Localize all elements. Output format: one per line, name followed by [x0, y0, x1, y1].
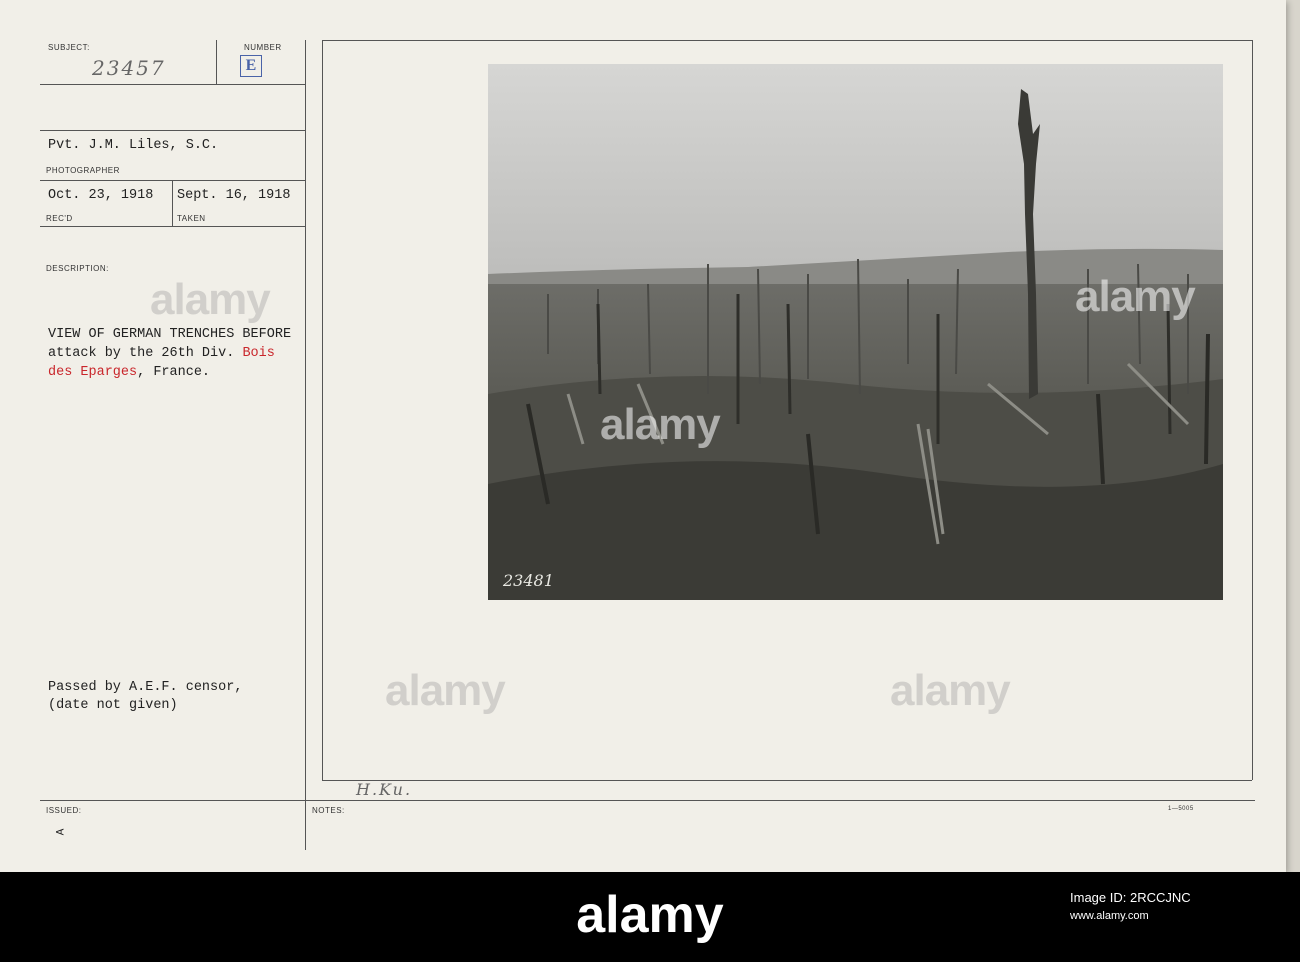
frame-right-bottom [322, 780, 1252, 781]
description-line-1: VIEW OF GERMAN TRENCHES BEFORE [48, 327, 292, 342]
watermark-left-top: alamy [150, 275, 271, 324]
photograph-image: 23481 [488, 64, 1223, 600]
footer-image-id: Image ID: 2RCCJNC [1070, 890, 1191, 905]
taken-label: TAKEN [177, 214, 206, 223]
received-date: Oct. 23, 1918 [48, 188, 154, 203]
archive-card: SUBJECT: 23457 NUMBER E Pvt. J.M. Liles,… [0, 0, 1286, 872]
footer-site: www.alamy.com [1070, 910, 1149, 922]
subject-label: SUBJECT: [48, 43, 90, 52]
issued-label: ISSUED: [46, 806, 82, 815]
notes-handwriting: H.Ku. [356, 780, 413, 799]
description-line-2: attack by the 26th Div. Bois [48, 346, 275, 361]
divider-vertical-subject [216, 40, 217, 84]
watermark-photo-top: alamy [1075, 272, 1196, 321]
divider-row2 [40, 130, 305, 131]
issued-mark: A [55, 828, 68, 836]
number-label: NUMBER [244, 43, 282, 52]
watermark-lower-right: alamy [890, 666, 1011, 715]
subject-value: 23457 [92, 56, 166, 80]
divider-vertical-dates [172, 180, 173, 226]
watermark-lower-center: alamy [385, 666, 506, 715]
taken-date: Sept. 16, 1918 [177, 188, 291, 203]
frame-right-right [1252, 40, 1253, 780]
divider-row4 [40, 226, 305, 227]
censor-line-2: (date not given) [48, 698, 178, 713]
frame-right-top [322, 40, 1252, 41]
description-label: DESCRIPTION: [46, 264, 109, 273]
notes-label: NOTES: [312, 806, 345, 815]
divider-row3 [40, 180, 305, 181]
battlefield-photograph: 23481 [488, 64, 1223, 600]
censor-line-1: Passed by A.E.F. censor, [48, 680, 243, 695]
photo-negative-number: 23481 [502, 571, 554, 590]
photographer-label: PHOTOGRAPHER [46, 166, 120, 175]
number-value-stamp: E [240, 55, 262, 77]
photographer-name: Pvt. J.M. Liles, S.C. [48, 138, 219, 153]
watermark-photo-center: alamy [600, 400, 721, 449]
description-line-3: des Eparges, France. [48, 365, 211, 380]
frame-right-left [322, 40, 323, 780]
received-label: REC'D [46, 214, 73, 223]
divider-row1 [40, 84, 305, 85]
divider-vertical-main [305, 40, 306, 850]
divider-bottom [40, 800, 1255, 801]
form-number: 1—5005 [1168, 806, 1194, 812]
